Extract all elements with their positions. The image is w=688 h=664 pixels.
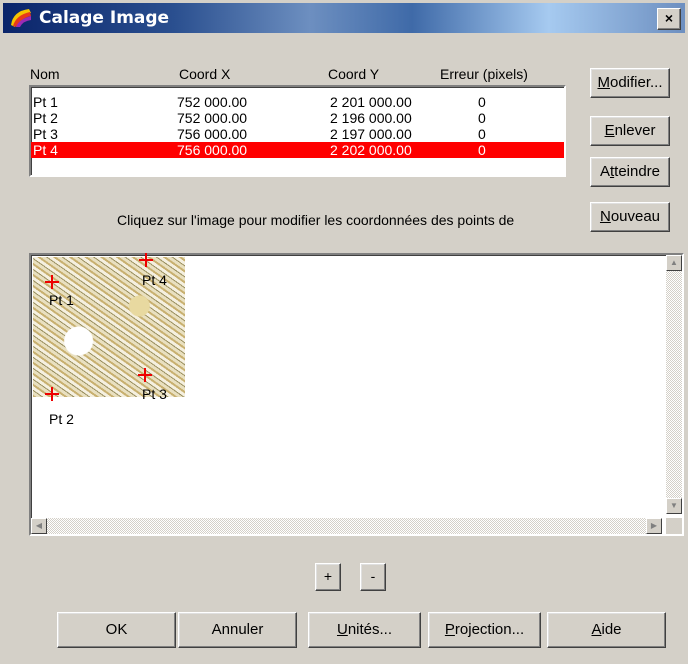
arrow-right-icon[interactable]: ▶ (646, 518, 662, 534)
point-label-1: Pt 1 (49, 292, 74, 308)
nouveau-button[interactable]: Nouveau (590, 202, 670, 232)
coord-y-value: 2 202 000.00 (330, 142, 412, 158)
horizontal-scrollbar[interactable]: ◀ ▶ (31, 518, 662, 534)
coord-x-value: 756 000.00 (177, 126, 248, 142)
list-item-selected[interactable]: Pt 4 756 000.00 2 202 000.00 0 (31, 142, 564, 158)
coord-x-value: 752 000.00 (177, 94, 248, 110)
arrow-down-icon[interactable]: ▼ (666, 498, 682, 514)
point-label-3: Pt 3 (142, 386, 167, 402)
zoom-in-button[interactable]: + (315, 563, 341, 591)
unites-button[interactable]: Unités... (308, 612, 421, 648)
points-list[interactable]: Pt 1 752 000.00 2 201 000.00 0 Pt 2 752 … (29, 85, 566, 177)
projection-button[interactable]: Projection... (428, 612, 541, 648)
arrow-left-icon[interactable]: ◀ (31, 518, 47, 534)
error-value: 0 (478, 110, 486, 126)
error-value: 0 (478, 94, 486, 110)
coord-x-value: 756 000.00 (177, 142, 248, 158)
vertical-scrollbar[interactable]: ▲ ▼ (666, 255, 682, 514)
list-item[interactable]: Pt 3 756 000.00 2 197 000.00 0 (31, 126, 564, 142)
header-coord-y: Coord Y (328, 66, 380, 82)
aide-button[interactable]: Aide (547, 612, 666, 648)
error-value: 0 (478, 126, 486, 142)
point-marker-4[interactable] (139, 253, 153, 267)
atteindre-button[interactable]: Atteindre (590, 157, 670, 187)
error-value: 0 (478, 142, 486, 158)
coord-x-value: 752 000.00 (177, 110, 248, 126)
instruction-text: Cliquez sur l'image pour modifier les co… (117, 212, 515, 228)
point-name: Pt 4 (33, 142, 58, 158)
image-canvas[interactable]: Pt 1 Pt 2 Pt 3 Pt 4 ▲ ▼ ◀ ▶ (29, 253, 684, 536)
coord-y-value: 2 197 000.00 (330, 126, 412, 142)
modifier-button[interactable]: Modifier... (590, 68, 670, 98)
point-label-2: Pt 2 (49, 411, 74, 427)
point-marker-1[interactable] (45, 275, 59, 289)
close-button[interactable]: × (657, 8, 681, 30)
window-title: Calage Image (39, 8, 170, 28)
point-name: Pt 3 (33, 126, 58, 142)
scroll-corner (666, 518, 682, 534)
point-marker-3[interactable] (138, 368, 152, 382)
header-coord-x: Coord X (179, 66, 231, 82)
header-nom: Nom (30, 66, 60, 82)
title-bar: Calage Image × (3, 3, 685, 33)
arrow-up-icon[interactable]: ▲ (666, 255, 682, 271)
palette-icon (11, 9, 31, 27)
close-icon: × (664, 10, 674, 26)
list-item[interactable]: Pt 2 752 000.00 2 196 000.00 0 (31, 110, 564, 126)
point-name: Pt 1 (33, 94, 58, 110)
coord-y-value: 2 196 000.00 (330, 110, 412, 126)
zoom-out-button[interactable]: - (360, 563, 386, 591)
enlever-button[interactable]: Enlever (590, 116, 670, 146)
point-name: Pt 2 (33, 110, 58, 126)
coord-y-value: 2 201 000.00 (330, 94, 412, 110)
header-erreur: Erreur (pixels) (440, 66, 528, 82)
ok-button[interactable]: OK (57, 612, 176, 648)
point-marker-2[interactable] (45, 387, 59, 401)
annuler-button[interactable]: Annuler (178, 612, 297, 648)
point-label-4: Pt 4 (142, 272, 167, 288)
list-item[interactable]: Pt 1 752 000.00 2 201 000.00 0 (31, 94, 564, 110)
